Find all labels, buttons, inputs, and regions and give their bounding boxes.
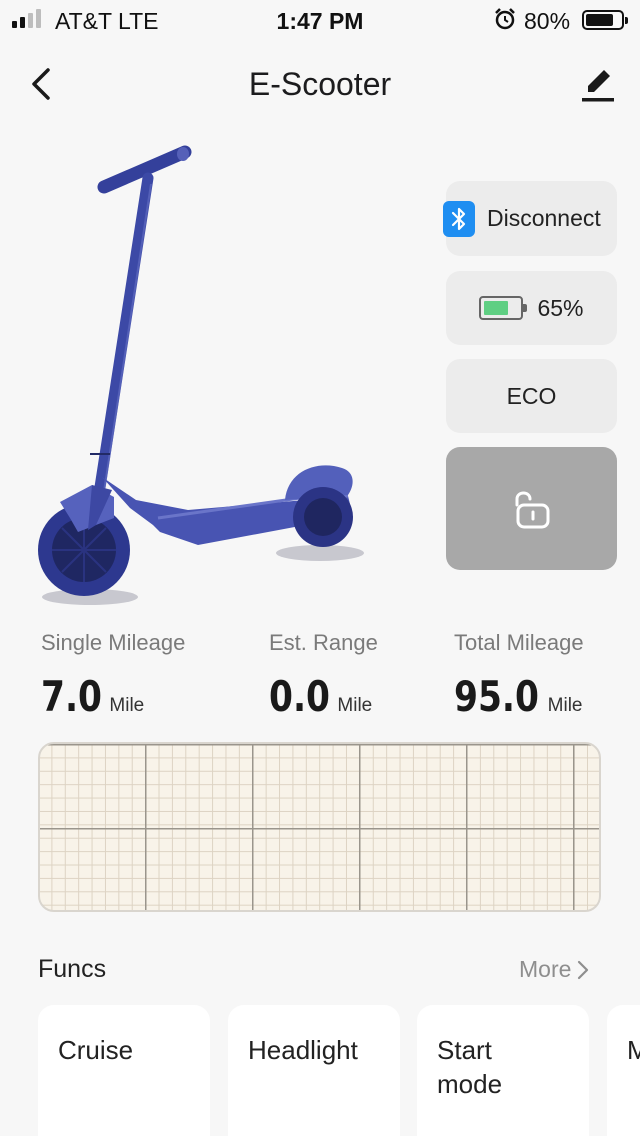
alarm-icon (495, 8, 515, 30)
bluetooth-disconnect-button[interactable]: Disconnect (443, 181, 617, 256)
stat-label: Total Mileage (454, 630, 584, 655)
func-card-partial[interactable]: M (607, 1005, 640, 1136)
stat-unit: Mile (337, 695, 373, 716)
unlock-icon (515, 491, 549, 528)
stat-value: 95.0 (454, 672, 539, 721)
bluetooth-label: Disconnect (487, 205, 601, 231)
bluetooth-icon (443, 200, 475, 237)
func-card-start-mode[interactable]: Start mode (417, 1005, 589, 1136)
navigation-bar: E-Scooter (0, 52, 640, 116)
funcs-section-title: Funcs (38, 955, 107, 983)
more-link[interactable]: More (519, 956, 589, 983)
stat-single-mileage: Single Mileage 7.0 Mile (41, 630, 185, 721)
func-card-cruise[interactable]: Cruise (38, 1005, 210, 1136)
func-card-label: Cruise (58, 1035, 134, 1065)
chevron-right-icon (578, 960, 589, 979)
scooter-image (38, 145, 364, 605)
mileage-graph (38, 742, 601, 912)
battery-status-button[interactable]: 65% (446, 271, 617, 345)
stat-total-mileage: Total Mileage 95.0 Mile (454, 630, 584, 721)
battery-percent: 80% (524, 8, 571, 34)
stat-value: 7.0 (41, 672, 103, 721)
stat-label: Est. Range (269, 630, 378, 655)
more-label: More (519, 956, 572, 982)
stat-unit: Mile (547, 695, 583, 716)
battery-level-icon (479, 296, 528, 320)
ride-mode-button[interactable]: ECO (446, 359, 617, 433)
func-card-label: Start mode (437, 1035, 503, 1099)
func-card-headlight[interactable]: Headlight (228, 1005, 400, 1136)
stat-unit: Mile (109, 695, 145, 716)
func-card-label: Headlight (248, 1035, 358, 1065)
battery-icon (582, 10, 628, 30)
stat-est-range: Est. Range 0.0 Mile (269, 630, 378, 721)
battery-label: 65% (537, 294, 584, 321)
edit-icon[interactable] (578, 64, 618, 104)
stat-label: Single Mileage (41, 630, 186, 655)
status-bar: AT&T LTE 1:47 PM 80% (0, 0, 640, 42)
ride-mode-label: ECO (506, 382, 557, 409)
lock-button[interactable] (446, 447, 617, 570)
page-title: E-Scooter (248, 66, 392, 102)
stat-value: 0.0 (269, 672, 331, 721)
func-card-label: M (627, 1035, 640, 1065)
